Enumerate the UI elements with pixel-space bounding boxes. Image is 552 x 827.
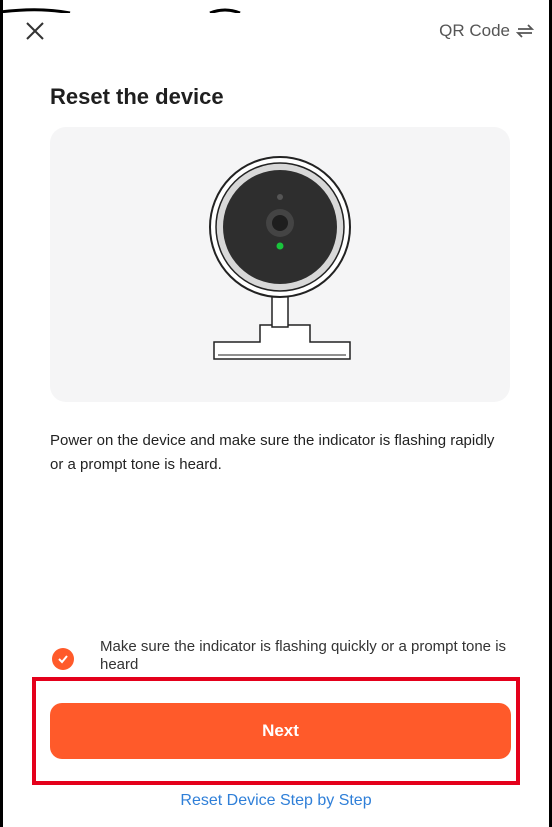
confirmation-label: Make sure the indicator is flashing quic… [100,638,507,673]
reset-device-link[interactable]: Reset Device Step by Step [0,792,552,810]
next-button[interactable]: Next [50,703,511,759]
qr-code-toggle[interactable]: QR Code [439,21,534,41]
screen-left-border [0,0,3,827]
qr-code-label: QR Code [439,21,510,40]
switch-arrows-icon [516,24,534,38]
confirmation-row[interactable]: Make sure the indicator is flashing quic… [50,638,520,678]
close-icon[interactable] [24,20,46,42]
top-clip-artifact [0,0,552,15]
device-illustration-card [50,127,510,402]
camera-illustration [209,156,351,360]
checkbox-checked-icon[interactable] [52,648,74,670]
instruction-text: Power on the device and make sure the in… [50,432,495,473]
page-title: Reset the device [50,84,224,109]
indicator-light [276,242,284,250]
